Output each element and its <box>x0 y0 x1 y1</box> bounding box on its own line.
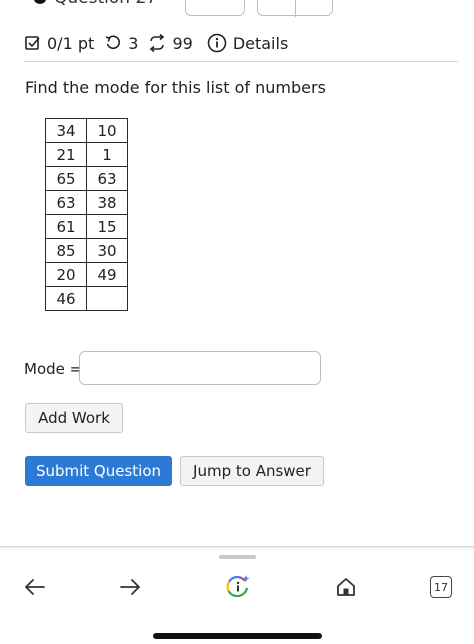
question-title: Question 27 <box>54 0 157 8</box>
table-row: 21 1 <box>45 142 128 167</box>
table-row: 63 38 <box>45 190 128 215</box>
submissions-count: 99 <box>172 33 193 53</box>
tabs-button[interactable]: 17 <box>426 572 456 602</box>
table-cell: 49 <box>86 262 128 287</box>
drag-handle[interactable] <box>219 555 256 559</box>
table-cell: 1 <box>86 142 128 167</box>
table-cell: 10 <box>86 118 128 143</box>
mode-input[interactable] <box>79 351 321 385</box>
table-cell: 46 <box>45 286 87 311</box>
table-row: 34 10 <box>45 118 128 143</box>
divider <box>24 61 458 62</box>
question-prompt: Find the mode for this list of numbers <box>25 78 326 97</box>
table-cell: 34 <box>45 118 87 143</box>
home-icon <box>337 578 355 596</box>
google-lens-icon <box>225 575 250 599</box>
forward-button[interactable] <box>115 572 145 602</box>
question-nav-pill: ‹ › <box>257 0 333 17</box>
back-button[interactable] <box>20 572 50 602</box>
submit-question-button[interactable]: Submit Question <box>25 456 172 486</box>
table-cell <box>86 286 128 311</box>
mode-label: Mode = <box>24 360 83 378</box>
table-row: 46 <box>45 286 128 311</box>
retry-icon <box>104 34 122 52</box>
table-cell: 63 <box>86 166 128 191</box>
table-cell: 85 <box>45 238 87 263</box>
table-cell: 21 <box>45 142 87 167</box>
details-link[interactable]: Details <box>233 34 288 53</box>
google-lens-button[interactable] <box>222 572 254 602</box>
jump-to-answer-button[interactable]: Jump to Answer <box>180 456 324 486</box>
previous-question-button[interactable]: ‹ <box>272 0 277 3</box>
table-cell: 65 <box>45 166 87 191</box>
question-header: Question 27 ‹ › <box>0 0 474 20</box>
info-icon[interactable] <box>207 33 227 53</box>
question-status-dot <box>34 0 46 4</box>
score-text: 0/1 pt <box>47 33 95 53</box>
table-row: 61 15 <box>45 214 128 239</box>
home-indicator[interactable] <box>153 633 322 639</box>
table-row: 85 30 <box>45 238 128 263</box>
tabs-icon: 17 <box>430 576 452 598</box>
table-cell: 38 <box>86 190 128 215</box>
home-button[interactable] <box>331 572 361 602</box>
checkbox-icon <box>25 35 41 51</box>
next-question-button[interactable]: › <box>310 0 315 3</box>
submissions-icon <box>148 34 166 52</box>
add-work-button[interactable]: Add Work <box>25 403 123 433</box>
forward-arrow-icon <box>120 579 140 595</box>
table-cell: 15 <box>86 214 128 239</box>
numbers-table: 34 10 21 1 65 63 63 38 61 15 85 30 20 49 46 <box>45 118 128 311</box>
table-cell: 63 <box>45 190 87 215</box>
table-row: 65 63 <box>45 166 128 191</box>
table-cell: 30 <box>86 238 128 263</box>
question-status-bar: 0/1 pt 3 99 Details <box>25 30 288 56</box>
nav-divider <box>295 0 296 17</box>
toolbar-shadow <box>0 547 474 551</box>
back-arrow-icon <box>25 579 45 595</box>
table-cell: 20 <box>45 262 87 287</box>
table-cell: 61 <box>45 214 87 239</box>
question-menu-button[interactable] <box>185 0 245 16</box>
retries-count: 3 <box>128 33 139 53</box>
table-row: 20 49 <box>45 262 128 287</box>
